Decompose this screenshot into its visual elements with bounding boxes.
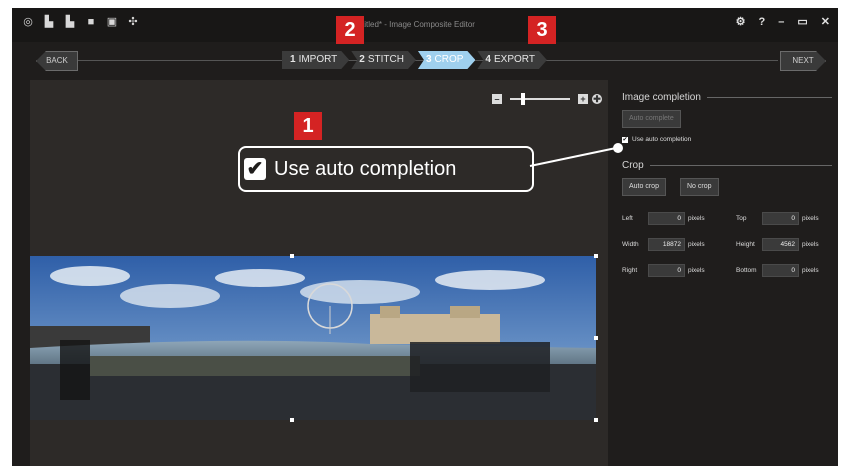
step-import[interactable]: 1 IMPORT	[282, 51, 349, 69]
left-input[interactable]: 0	[648, 212, 685, 225]
auto-completion-checkbox-row[interactable]: ✔ Use auto completion	[622, 136, 691, 143]
left-unit: pixels	[688, 215, 705, 222]
crop-row-1: Left 0 pixels Top 0 pixels	[622, 210, 832, 227]
zoom-control: – + ✚	[492, 93, 602, 105]
help-icon[interactable]: ?	[759, 16, 766, 28]
width-input[interactable]: 18872	[648, 238, 685, 251]
top-label: Top	[736, 215, 747, 222]
crop-handle-right[interactable]	[594, 336, 598, 340]
close-icon[interactable]: ✕	[821, 16, 830, 28]
folder-icon[interactable]: ■	[85, 16, 97, 28]
app-window: ◎ ▙ ▙ ■ ▣ ✣ titled* - Image Composite Ed…	[12, 8, 838, 466]
zoom-in-button[interactable]: +	[578, 94, 588, 104]
minimize-icon[interactable]: –	[778, 16, 784, 28]
window-title: titled* - Image Composite Editor	[362, 20, 475, 29]
title-bar: ◎ ▙ ▙ ■ ▣ ✣ titled* - Image Composite Ed…	[12, 8, 838, 42]
badge-1: 1	[294, 112, 322, 140]
crop-row-3: Right 0 pixels Bottom 0 pixels	[622, 262, 832, 279]
panorama-image	[30, 256, 596, 420]
workflow-steps: 1 IMPORT 2 STITCH 3 CROP 4 EXPORT	[282, 51, 549, 69]
step-number: 1	[290, 54, 296, 65]
step-crop[interactable]: 3 CROP	[418, 51, 475, 69]
top-input[interactable]: 0	[762, 212, 799, 225]
auto-completion-label: Use auto completion	[632, 136, 692, 143]
image-completion-header: Image completion	[622, 92, 832, 103]
step-number: 2	[359, 54, 365, 65]
fit-view-icon[interactable]: ✚	[592, 94, 602, 104]
callout-connector	[529, 143, 623, 167]
window-controls: ⚙ ? – ▭ ✕	[736, 16, 830, 28]
crop-handle-bottom-right[interactable]	[594, 418, 598, 422]
settings-panel: Image completion Auto complete ✔ Use aut…	[616, 80, 838, 466]
new-icon[interactable]: ◎	[22, 16, 34, 28]
height-input[interactable]: 4562	[762, 238, 799, 251]
right-unit: pixels	[688, 267, 705, 274]
zoom-slider-thumb[interactable]	[521, 93, 525, 105]
bottom-unit: pixels	[802, 267, 819, 274]
right-label: Right	[622, 267, 638, 274]
image-completion-heading: Image completion	[622, 92, 701, 103]
step-number: 3	[425, 54, 432, 65]
zoom-slider[interactable]	[510, 93, 570, 105]
panorama-graphic	[30, 256, 596, 420]
zoom-out-button[interactable]: –	[492, 94, 502, 104]
badge-3: 3	[528, 16, 556, 44]
auto-crop-button[interactable]: Auto crop	[622, 178, 666, 196]
step-label: IMPORT	[298, 54, 338, 65]
open-icon[interactable]: ▙	[43, 16, 55, 28]
crop-handle-top[interactable]	[290, 254, 294, 258]
crop-handle-top-right[interactable]	[594, 254, 598, 258]
settings-icon[interactable]: ✣	[127, 16, 139, 28]
step-stitch[interactable]: 2 STITCH	[351, 51, 416, 69]
left-label: Left	[622, 215, 633, 222]
top-unit: pixels	[802, 215, 819, 222]
crop-header: Crop	[622, 160, 832, 171]
right-input[interactable]: 0	[648, 264, 685, 277]
no-crop-button[interactable]: No crop	[680, 178, 719, 196]
back-button[interactable]: BACK	[36, 51, 78, 71]
callout-checkbox: ✔	[244, 158, 266, 180]
auto-complete-button[interactable]: Auto complete	[622, 110, 681, 128]
toolbar-icons: ◎ ▙ ▙ ■ ▣ ✣	[22, 16, 139, 28]
step-export[interactable]: 4 EXPORT	[477, 51, 547, 69]
height-label: Height	[736, 241, 755, 248]
bottom-label: Bottom	[736, 267, 757, 274]
callout-text: Use auto completion	[274, 157, 457, 180]
crop-fields: Left 0 pixels Top 0 pixels Width 18872 p…	[622, 210, 832, 288]
step-label: STITCH	[367, 54, 404, 65]
export-icon[interactable]: ▣	[106, 16, 118, 28]
height-unit: pixels	[802, 241, 819, 248]
step-label: CROP	[434, 54, 464, 65]
width-label: Width	[622, 241, 639, 248]
bottom-input[interactable]: 0	[762, 264, 799, 277]
callout-box: ✔ Use auto completion	[238, 146, 534, 192]
maximize-icon[interactable]: ▭	[797, 16, 807, 28]
crop-row-2: Width 18872 pixels Height 4562 pixels	[622, 236, 832, 253]
width-unit: pixels	[688, 241, 705, 248]
step-label: EXPORT	[493, 54, 535, 65]
save-icon[interactable]: ▙	[64, 16, 76, 28]
step-number: 4	[485, 54, 491, 65]
crop-handle-bottom[interactable]	[290, 418, 294, 422]
step-navigation: BACK 1 IMPORT 2 STITCH 3 CROP 4 EXPORT NEXT	[12, 48, 838, 72]
badge-2: 2	[336, 16, 364, 44]
next-button[interactable]: NEXT	[780, 51, 826, 71]
gear-icon[interactable]: ⚙	[736, 16, 746, 28]
